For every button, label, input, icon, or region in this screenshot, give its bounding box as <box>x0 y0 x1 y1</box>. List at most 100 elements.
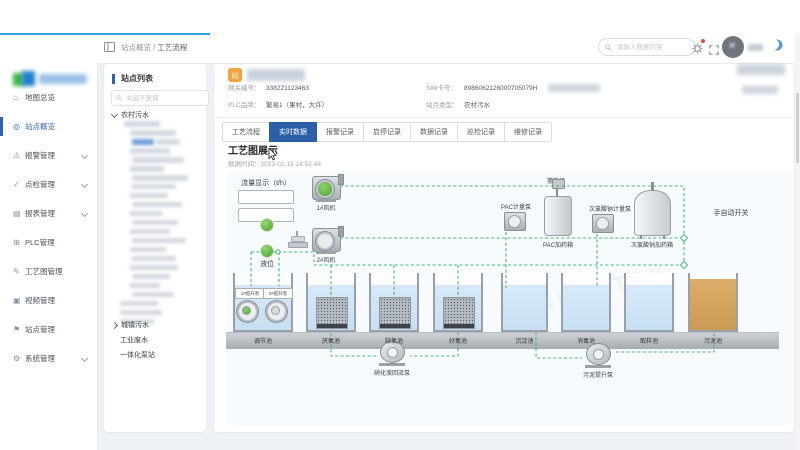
settings-gear-icon[interactable] <box>692 41 703 52</box>
sidebar-item-system[interactable]: ⚙系统管理 <box>0 344 97 373</box>
station-field: PLC品牌：繁易1（果村，大许） <box>228 101 426 110</box>
tab-1[interactable]: 实时数据 <box>269 122 317 142</box>
tree-item-redacted[interactable] <box>112 148 202 154</box>
fullscreen-icon[interactable] <box>709 42 719 52</box>
breadcrumb-parent[interactable]: 站点概览 <box>121 43 151 52</box>
sidebar-item-video[interactable]: ▣视频管理 <box>0 286 97 315</box>
sidebar-collapse-icon[interactable] <box>104 42 115 52</box>
redacted-text <box>120 301 158 307</box>
tree-node-0[interactable]: 城镇污水 <box>112 320 155 330</box>
water-fill <box>626 285 672 330</box>
global-search-input[interactable] <box>615 43 685 52</box>
tab-0[interactable]: 工艺流程 <box>222 122 270 142</box>
tab-6[interactable]: 维修记录 <box>504 122 552 142</box>
sidebar-item-alarm[interactable]: ⚠报警管理 <box>0 141 97 170</box>
diffuser-grid <box>316 297 348 329</box>
level-label: 液位 <box>260 259 274 269</box>
tree-item-redacted[interactable] <box>112 130 202 136</box>
sidebar-item-label: 报表管理 <box>25 208 55 219</box>
sidebar-item-process-diagram[interactable]: ✎工艺图管理 <box>0 257 97 286</box>
record-tabs: 工艺流程实时数据报警记录启停记录数据记录巡检记录维修记录 <box>222 122 552 142</box>
chevron-down-icon <box>81 181 88 188</box>
site-overview-icon: ◎ <box>13 123 25 131</box>
redacted-text <box>130 166 164 172</box>
tree-item-redacted[interactable] <box>112 184 202 190</box>
diffuser-grid <box>443 297 475 329</box>
naclo-pump-label: 次氯酸钠计量泵 <box>589 204 631 213</box>
tree-item-selected[interactable] <box>132 139 154 145</box>
page-scrollbar[interactable] <box>795 33 800 450</box>
tree-item-redacted[interactable] <box>112 292 202 298</box>
tree-item-redacted[interactable] <box>112 220 202 226</box>
tab-4[interactable]: 数据记录 <box>410 122 458 142</box>
tree-item-redacted[interactable] <box>112 274 202 280</box>
top-accent-strip <box>0 33 210 35</box>
tree-item-redacted[interactable] <box>112 193 202 199</box>
field-value: 8986062126000705079H <box>464 84 537 93</box>
redacted-text <box>130 130 176 136</box>
app-window: ⌂地图总览◎站点概览⚠报警管理✓点检管理▤报表管理⊞PLC管理✎工艺图管理▣视频… <box>0 0 800 450</box>
tank-5 <box>561 273 611 332</box>
sidebar-item-inspection[interactable]: ✓点检管理 <box>0 170 97 199</box>
tank-platform <box>226 332 779 349</box>
tree-item-redacted[interactable] <box>112 247 202 253</box>
sidebar-item-station[interactable]: ⚑站点管理 <box>0 315 97 344</box>
caret-down-icon[interactable] <box>111 110 118 117</box>
tank-label: 缺氧池 <box>385 336 403 345</box>
station-badge: 站 <box>228 68 242 82</box>
fan-1-icon <box>312 176 341 200</box>
global-search[interactable] <box>598 38 696 56</box>
tree-item-redacted[interactable] <box>112 202 202 208</box>
sidebar-item-label: 视频管理 <box>25 295 55 306</box>
tree-item-redacted[interactable] <box>112 256 202 262</box>
water-fill <box>563 285 609 330</box>
sidebar-item-plc[interactable]: ⊞PLC管理 <box>0 228 97 257</box>
sidebar-item-report[interactable]: ▤报表管理 <box>0 199 97 228</box>
tank-2 <box>369 273 419 332</box>
tree-item-redacted[interactable] <box>112 139 202 145</box>
sidebar-item-map-overview[interactable]: ⌂地图总览 <box>0 83 97 112</box>
notification-dot <box>701 39 705 43</box>
tree-item-redacted[interactable] <box>112 175 202 181</box>
flow-value-box-1 <box>238 190 294 204</box>
tank-label: 好氧池 <box>449 336 467 345</box>
tree-item-redacted[interactable] <box>112 265 202 271</box>
process-diagram: INDUSTRY 流量显示（t/h） 液位 1#风机 2#风机 搅拌机 PAC计… <box>226 172 792 426</box>
caret-right-icon[interactable] <box>111 321 118 328</box>
site-list-title: 站点列表 <box>112 74 153 84</box>
tab-5[interactable]: 巡检记录 <box>457 122 505 142</box>
inspection-icon: ✓ <box>13 181 25 189</box>
tree-item-redacted[interactable] <box>112 310 202 316</box>
tree-item-redacted[interactable] <box>112 121 202 127</box>
tree-search[interactable] <box>111 90 209 106</box>
tree-item-redacted[interactable] <box>112 283 202 289</box>
sidebar-item-label: PLC管理 <box>25 237 55 248</box>
tree-search-input[interactable] <box>124 94 198 103</box>
tree-item-redacted[interactable] <box>112 157 202 163</box>
tank-label: 取样池 <box>640 336 658 345</box>
tree-item-redacted[interactable] <box>112 166 202 172</box>
redacted-text <box>737 64 785 75</box>
sidebar-item-label: 报警管理 <box>25 150 55 161</box>
sidebar-item-site-overview[interactable]: ◎站点概览 <box>0 112 97 141</box>
flow-display-label: 流量显示（t/h） <box>241 178 291 188</box>
tab-2[interactable]: 报警记录 <box>316 122 364 142</box>
tree-item-redacted[interactable] <box>112 301 202 307</box>
redacted-text <box>742 86 778 94</box>
tab-3[interactable]: 启停记录 <box>363 122 411 142</box>
scrollbar-thumb[interactable] <box>796 93 799 163</box>
tree-item-redacted[interactable] <box>112 211 202 217</box>
user-avatar[interactable] <box>722 36 744 58</box>
sidebar-item-label: 站点管理 <box>25 324 55 335</box>
sludge-fill <box>690 279 736 330</box>
pac-tank-label: PAC加药箱 <box>543 240 573 249</box>
tree-node-rural-sewage[interactable]: 农村污水 <box>112 110 149 120</box>
naclo-metering-pump-icon <box>592 214 614 233</box>
tree-item-redacted[interactable] <box>112 238 202 244</box>
tank-1 <box>306 273 356 332</box>
tree-node-2[interactable]: 一体化泵站 <box>112 350 155 360</box>
tree-item-redacted[interactable] <box>112 229 202 235</box>
tree-node-1[interactable]: 工业废水 <box>112 335 155 345</box>
tree-node-label: 城镇污水 <box>121 320 149 330</box>
video-icon: ▣ <box>13 297 25 305</box>
